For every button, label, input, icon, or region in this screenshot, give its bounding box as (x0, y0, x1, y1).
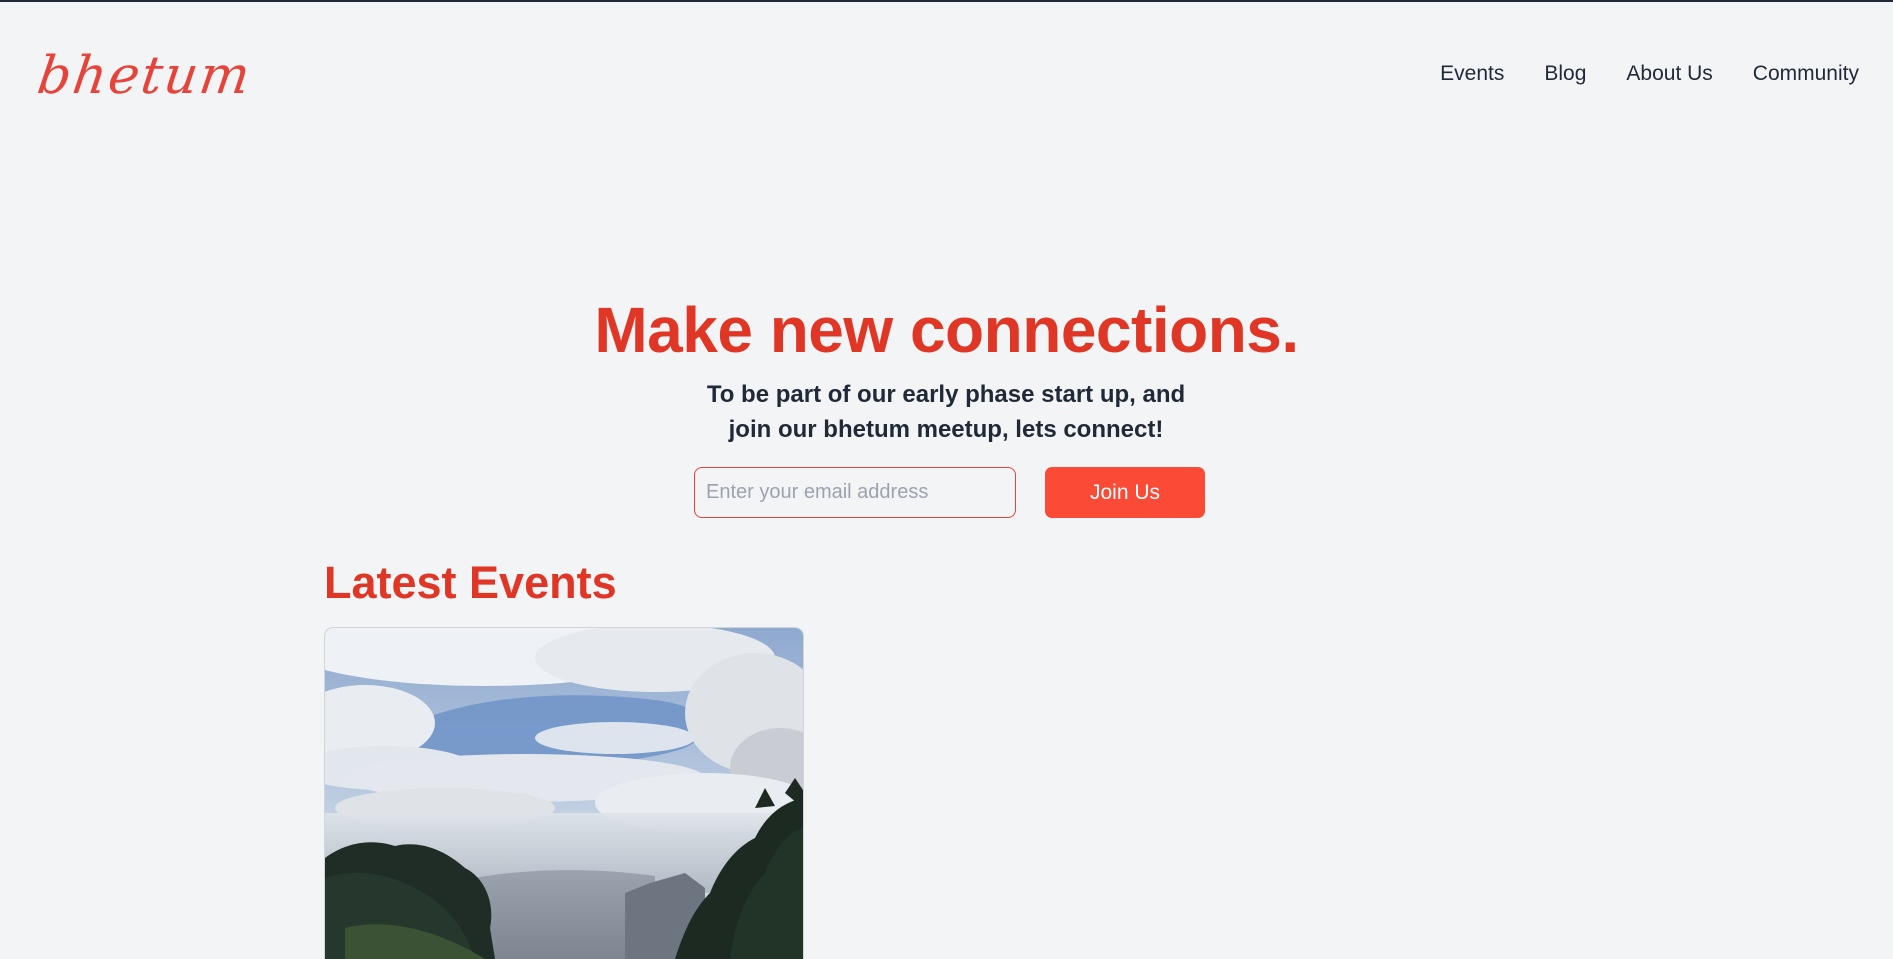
bhetum-logo[interactable]: bhetum (34, 46, 256, 106)
logo-text: bhetum (33, 46, 256, 106)
event-card-image (325, 628, 803, 959)
nav-item-blog[interactable]: Blog (1544, 62, 1586, 86)
nav-item-community[interactable]: Community (1753, 62, 1859, 86)
hero-subtitle: To be part of our early phase start up, … (706, 381, 1186, 443)
nav-item-about-us[interactable]: About Us (1626, 62, 1712, 86)
hero-title: Make new connections. (594, 294, 1299, 366)
event-card[interactable] (325, 628, 803, 959)
email-input[interactable] (694, 467, 1016, 518)
join-us-button[interactable]: Join Us (1045, 467, 1205, 518)
site-header: bhetum Events Blog About Us Community (0, 2, 1893, 152)
latest-events-title: Latest Events (324, 557, 617, 608)
nav-item-events[interactable]: Events (1440, 62, 1504, 86)
main-nav: Events Blog About Us Community (1440, 62, 1859, 86)
